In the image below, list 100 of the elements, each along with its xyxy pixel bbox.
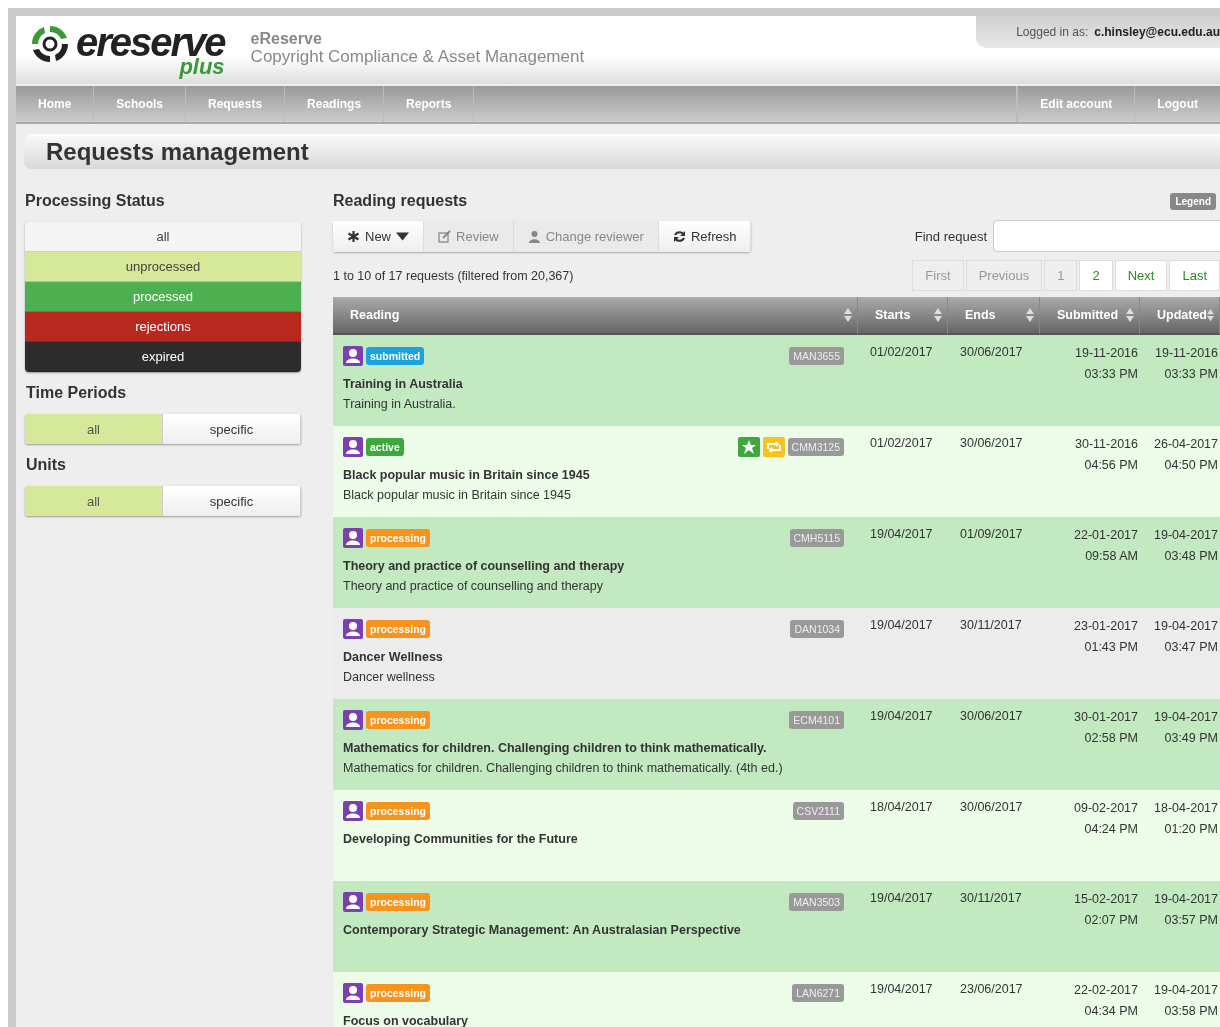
table-cell: 01/02/2017 [858, 426, 948, 517]
status-badge: processing [366, 711, 431, 729]
sort-icon [1207, 308, 1214, 322]
toggle-option[interactable]: specific [163, 414, 301, 444]
status-badge: processing [366, 984, 431, 1002]
search-label: Find request [914, 228, 987, 244]
table-cell-text: 19-11-2016 [1154, 345, 1218, 362]
column-header[interactable]: Updated [1140, 297, 1220, 335]
user-avatar-icon [343, 619, 363, 639]
page-title: Requests management [46, 137, 309, 166]
column-label: Reading [350, 308, 401, 322]
asterisk-icon [347, 229, 360, 243]
reading-title: Theory and practice of counselling and therapy [343, 559, 626, 573]
status-filter[interactable]: rejections [25, 312, 301, 342]
search-field[interactable] [993, 220, 1220, 252]
table-cell-text: 02:58 PM [1083, 730, 1138, 747]
user-avatar-icon [343, 892, 363, 912]
user-avatar-icon [343, 437, 363, 457]
section-title: Units [26, 456, 67, 474]
user-avatar-icon [343, 983, 363, 1003]
table-cell-text: 19-04-2017 [1153, 527, 1218, 544]
sort-icon [1126, 308, 1134, 322]
table-cell: 18/04/2017 [858, 790, 948, 881]
section-title: Processing Status [25, 192, 166, 210]
table-cell-text: 22-01-2017 [1073, 527, 1138, 544]
logo-subtitle: plus [179, 56, 225, 78]
reading-title: Training in Australia [343, 377, 464, 391]
pagination-button[interactable]: Last [1169, 260, 1220, 291]
toolbar-button[interactable]: Refresh [658, 220, 752, 252]
status-filter[interactable]: unprocessed [25, 252, 301, 282]
user-avatar-icon [343, 801, 363, 821]
status-badge: processing [366, 802, 431, 820]
table-cell-text: 03:58 PM [1163, 1003, 1218, 1020]
table-cell: 30/06/2017 [948, 335, 1040, 426]
nav-link[interactable]: Schools [94, 86, 187, 122]
nav-link[interactable]: Home [16, 86, 95, 122]
status-filter[interactable]: processed [25, 282, 301, 312]
reading-description: Training in Australia. [343, 397, 457, 411]
user-icon [527, 229, 541, 243]
reading-title: Focus on vocabulary [343, 1014, 470, 1027]
pagination-button[interactable]: Next [1114, 260, 1168, 291]
login-user: c.hinsley@ecu.edu.au [1094, 25, 1220, 39]
nav-link[interactable]: Reports [384, 86, 475, 122]
column-header[interactable]: Submitted [1040, 297, 1140, 335]
table-cell: 19/04/2017 [858, 517, 948, 608]
table-cell-text: 04:56 PM [1083, 457, 1138, 474]
sort-icon [934, 308, 942, 322]
column-header[interactable]: Ends [948, 297, 1040, 335]
toggle-option[interactable]: all [25, 414, 163, 444]
table-cell-text: 04:50 PM [1163, 457, 1218, 474]
login-label: Logged in as: [1016, 25, 1089, 39]
toolbar-button[interactable]: New [333, 220, 424, 252]
status-filter[interactable]: all [25, 222, 301, 252]
nav-link[interactable]: Logout [1134, 86, 1220, 122]
table-cell-text: 26-04-2017 [1153, 436, 1218, 453]
pagination-button[interactable]: 2 [1079, 260, 1113, 291]
table-cell-text: 19-04-2017 [1153, 618, 1218, 635]
status-badge: processing [366, 893, 431, 911]
nav-link[interactable]: Edit account [1017, 86, 1135, 122]
table-cell-text: 19-11-2016 [1074, 345, 1138, 362]
table-cell-text: 30-01-2017 [1073, 709, 1138, 726]
table-cell: 19/04/2017 [858, 881, 948, 972]
column-header[interactable]: Starts [858, 297, 948, 335]
table-cell-text: 03:57 PM [1163, 912, 1218, 929]
course-code: CMH5115 [789, 529, 844, 547]
nav-link[interactable]: Requests [186, 86, 286, 122]
app-name: eReserve [250, 31, 323, 48]
reading-description: Black popular music in Britain since 1945 [343, 488, 572, 502]
course-code: MAN3655 [789, 347, 844, 365]
nav-link[interactable]: Readings [285, 86, 385, 122]
table-cell: 19/04/2017 [858, 972, 948, 1027]
section-title: Time Periods [26, 384, 128, 402]
table-cell-text: 19-04-2017 [1153, 891, 1218, 908]
status-filter[interactable]: expired [25, 342, 301, 372]
table-cell-text: 19-04-2017 [1153, 709, 1218, 726]
course-code: MAN3503 [789, 893, 844, 911]
status-badge: processing [366, 620, 431, 638]
reading-title: Contemporary Strategic Management: An Australasian Perspective [343, 923, 742, 937]
table-cell-text: 09:58 AM [1084, 548, 1138, 565]
table-cell-text: 19-04-2017 [1153, 982, 1218, 999]
reading-title: Mathematics for children. Challenging children to think mathematically. [343, 741, 768, 755]
toggle-option[interactable]: specific [163, 486, 301, 516]
status-badge: processing [366, 529, 431, 547]
table-cell-text: 04:34 PM [1083, 1003, 1138, 1020]
column-label: Updated [1157, 308, 1207, 322]
toggle-option[interactable]: all [25, 486, 163, 516]
app-tagline: Copyright Compliance & Asset Management [250, 47, 585, 66]
table-cell-text: 01:20 PM [1163, 821, 1218, 838]
table-cell: 30/06/2017 [948, 790, 1040, 881]
legend-button[interactable]: Legend [1170, 192, 1216, 210]
table-cell: 19/04/2017 [858, 699, 948, 790]
table-cell-text: 04:24 PM [1083, 821, 1138, 838]
status-badge: active [366, 438, 404, 456]
user-avatar-icon [343, 528, 363, 548]
table-cell-text: 01:43 PM [1083, 639, 1138, 656]
course-code: LAN6271 [792, 984, 844, 1002]
column-header[interactable]: Reading [333, 297, 858, 335]
table-cell-text: 09-02-2017 [1073, 800, 1138, 817]
table-cell-text: 03:33 PM [1163, 366, 1218, 383]
reading-title: Dancer Wellness [343, 650, 444, 664]
